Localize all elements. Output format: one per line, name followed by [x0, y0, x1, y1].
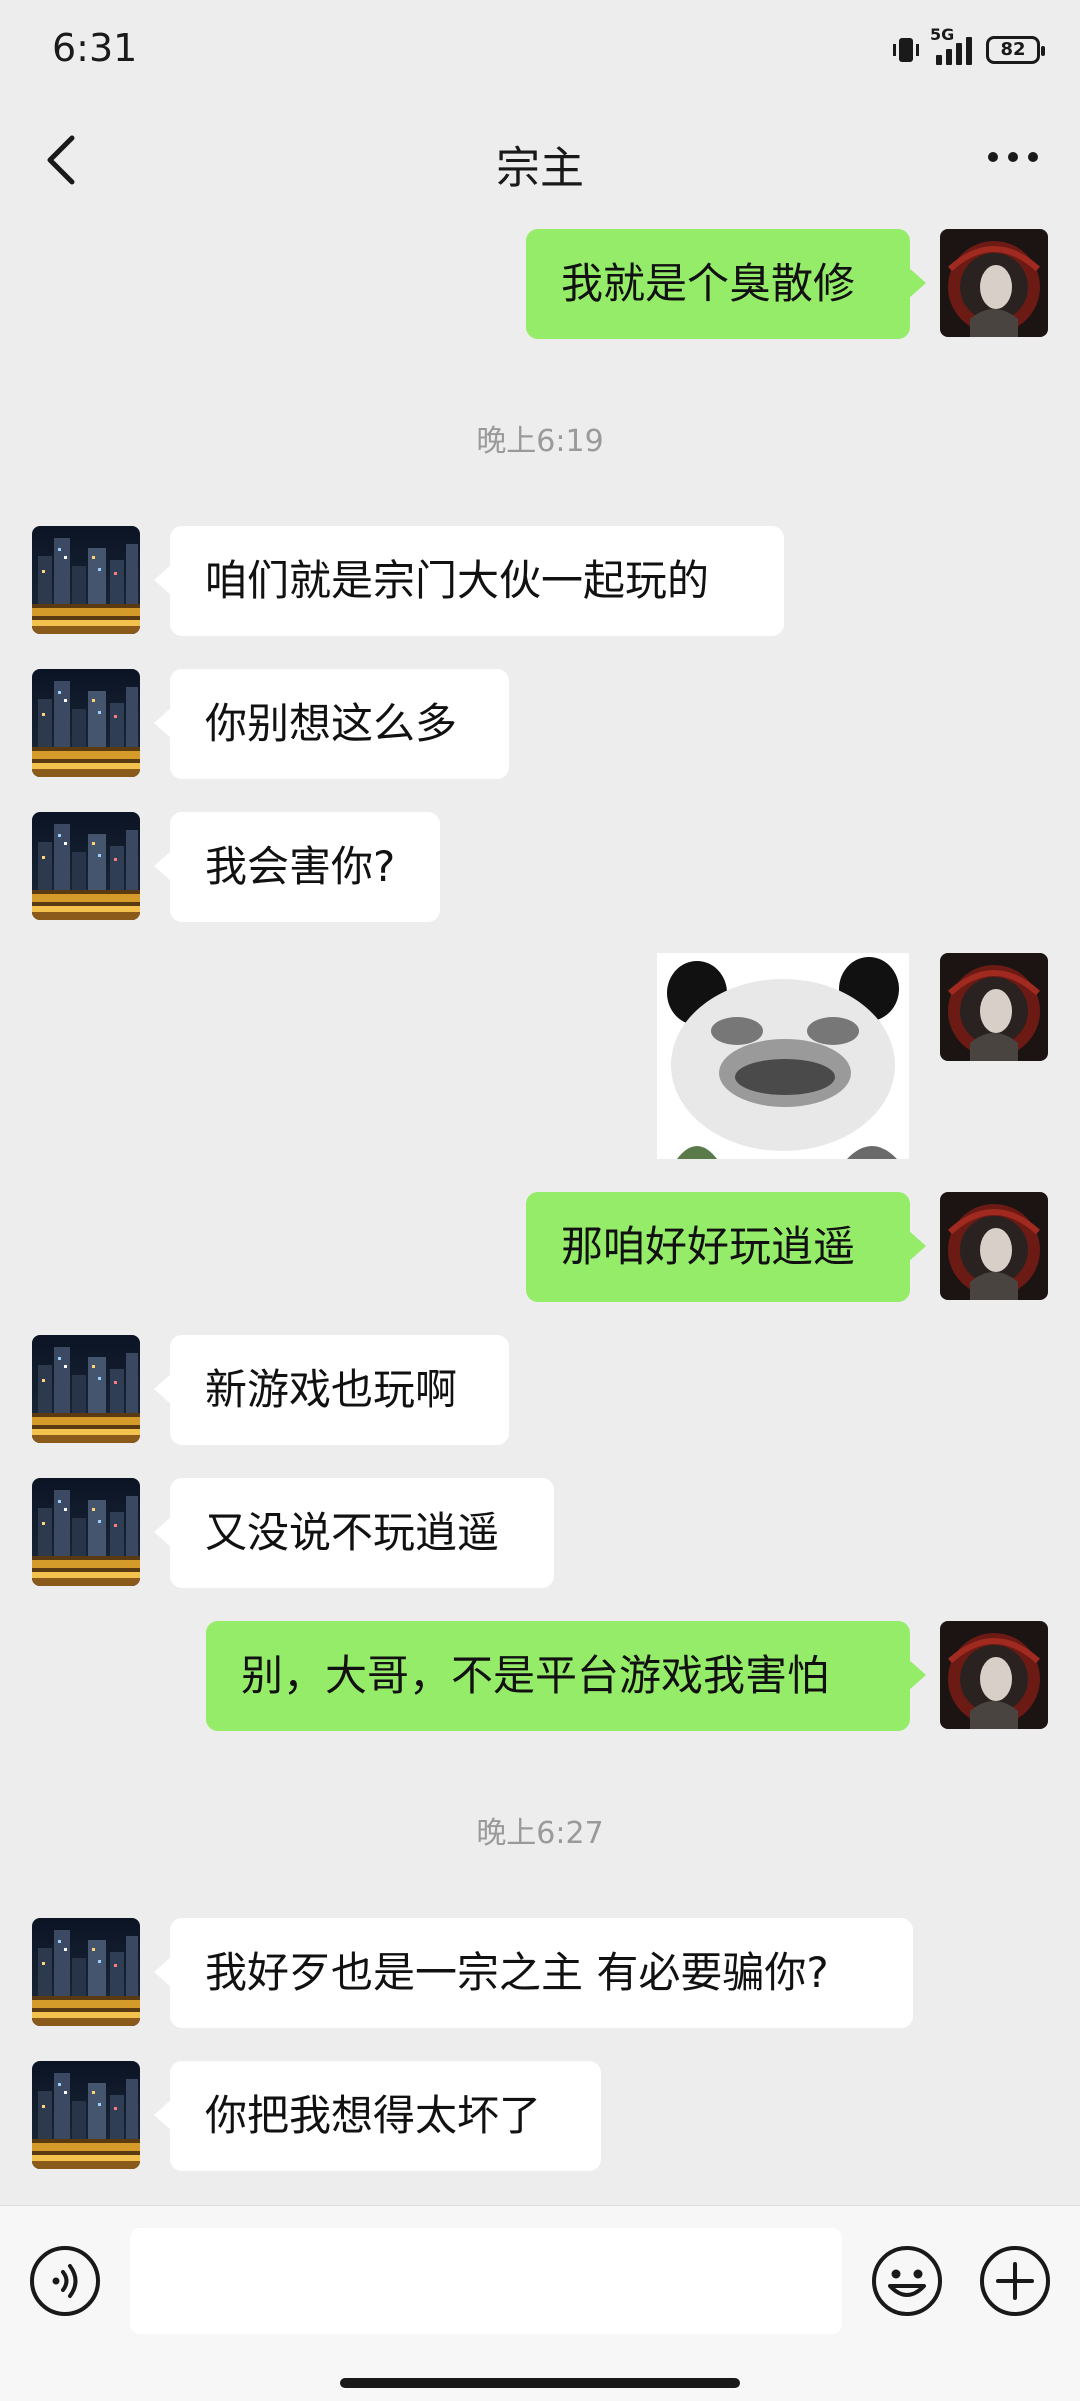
signal-icon: 5G — [930, 25, 972, 65]
contact-avatar[interactable] — [32, 1335, 140, 1443]
status-bar: 6:31 5G 82 — [0, 0, 1080, 100]
sent-message-bubble[interactable]: 我就是个臭散修 — [526, 229, 926, 339]
status-time: 6:31 — [52, 26, 138, 70]
chat-message-list[interactable]: 我就是个臭散修 晚上6:19 咱们就是宗门大伙一起玩的 你别想这么多 我会害你?… — [0, 220, 1080, 2205]
battery-icon: 82 — [986, 36, 1045, 64]
received-message-bubble[interactable]: 我好歹也是一宗之主 有必要骗你? — [154, 1918, 913, 2028]
contact-avatar[interactable] — [32, 1478, 140, 1586]
title-bar: 宗主 — [0, 100, 1080, 220]
status-icons: 5G 82 — [890, 25, 1045, 70]
received-message-bubble[interactable]: 又没说不玩逍遥 — [154, 1478, 554, 1588]
user-avatar[interactable] — [940, 1192, 1048, 1300]
emoji-icon[interactable] — [870, 2244, 944, 2318]
message-timestamp: 晚上6:19 — [476, 424, 604, 459]
voice-icon[interactable] — [28, 2244, 102, 2318]
home-indicator[interactable] — [340, 2378, 740, 2388]
received-message-bubble[interactable]: 你把我想得太坏了 — [154, 2061, 601, 2171]
more-options-icon[interactable] — [988, 142, 1044, 172]
received-message-bubble[interactable]: 咱们就是宗门大伙一起玩的 — [154, 526, 784, 636]
contact-avatar[interactable] — [32, 1918, 140, 2026]
plus-icon[interactable] — [978, 2244, 1052, 2318]
received-message-bubble[interactable]: 新游戏也玩啊 — [154, 1335, 509, 1445]
panda-face-sticker[interactable] — [657, 953, 909, 1159]
vibrate-icon — [893, 38, 919, 62]
message-timestamp: 晚上6:27 — [476, 1816, 604, 1851]
contact-avatar[interactable] — [32, 812, 140, 920]
user-avatar[interactable] — [940, 1621, 1048, 1729]
sent-message-bubble[interactable]: 别，大哥，不是平台游戏我害怕 — [206, 1621, 926, 1731]
contact-avatar[interactable] — [32, 2061, 140, 2169]
sent-message-bubble[interactable]: 那咱好好玩逍遥 — [526, 1192, 926, 1302]
received-message-bubble[interactable]: 我会害你? — [154, 812, 440, 922]
chat-title: 宗主 — [496, 143, 584, 194]
contact-avatar[interactable] — [32, 526, 140, 634]
message-input[interactable] — [130, 2228, 842, 2334]
network-label: 5G — [930, 25, 955, 44]
received-message-bubble[interactable]: 你别想这么多 — [154, 669, 509, 779]
user-avatar[interactable] — [940, 953, 1048, 1061]
input-bar — [0, 2205, 1080, 2401]
user-avatar[interactable] — [940, 229, 1048, 337]
contact-avatar[interactable] — [32, 669, 140, 777]
